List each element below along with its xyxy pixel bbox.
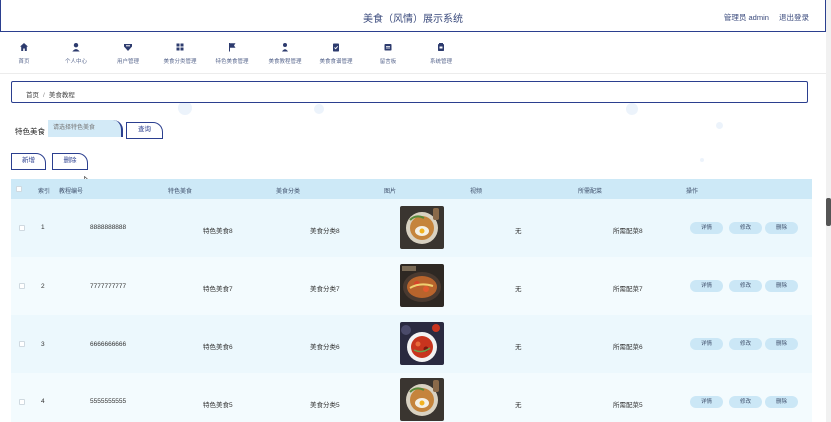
select-all-checkbox[interactable] [16,186,22,192]
edit-button[interactable]: 修改 [729,338,762,350]
add-button[interactable]: 新增 [11,153,46,170]
person-icon [282,43,288,52]
query-button[interactable]: 查询 [126,122,163,139]
scrollbar-thumb[interactable] [826,198,831,226]
header-video: 视频 [470,189,483,195]
row-category: 美食分类7 [310,286,340,293]
row-side-dish: 所需配菜6 [613,344,643,351]
home-icon [20,43,28,51]
row-checkbox[interactable] [19,341,25,347]
current-user: 管理员 admin [723,13,769,22]
detail-button[interactable]: 详情 [690,338,723,350]
food-image [400,378,444,421]
settings-icon [438,43,444,51]
background-decoration [314,104,324,114]
background-decoration [626,103,638,115]
background-decoration [178,101,192,115]
row-side-dish: 所需配菜5 [613,402,643,409]
message-icon [384,44,392,51]
background-decoration [700,158,704,162]
header-category: 美食分类 [276,189,301,195]
main-nav: 首页 个人中心 用户管理 美食分类管理 特色美食管理 美食教程管理 美食食谱管理… [0,36,826,74]
nav-item-personal-center[interactable]: 个人中心 [48,42,104,65]
row-code: 6666666666 [90,341,127,348]
row-index: 2 [41,283,45,290]
logout-link[interactable]: 退出登录 [779,13,809,22]
delete-row-button[interactable]: 删除 [765,222,798,234]
table-row: 4 5555555555 特色美食5 美食分类5 无 所需配菜5 详情 修改 删… [11,373,812,422]
search-label: 特色美食 [15,127,45,136]
search-input[interactable] [48,120,123,137]
row-checkbox[interactable] [19,283,25,289]
row-video: 无 [515,228,522,235]
flag-icon [229,43,236,52]
nav-item-recipe-management[interactable]: 美食食谱管理 [308,42,364,65]
edit-button[interactable]: 修改 [729,222,762,234]
row-food: 特色美食8 [203,228,233,235]
grid-icon [176,43,184,51]
row-checkbox[interactable] [19,399,25,405]
user-icon [72,43,80,52]
row-side-dish: 所需配菜8 [613,228,643,235]
tutorial-table: 索引 教程编号 特色美食 美食分类 图片 视频 所需配菜 操作 1 888888… [11,179,812,422]
table-row: 2 7777777777 特色美食7 美食分类7 无 所需配菜7 详情 修改 删… [11,257,812,315]
row-index: 3 [41,341,45,348]
breadcrumb-separator: / [43,92,45,99]
row-code: 5555555555 [90,398,127,405]
user-manage-icon [124,44,132,51]
row-code: 7777777777 [90,283,127,290]
header-index: 索引 [38,189,51,195]
row-code: 8888888888 [90,224,127,231]
row-video: 无 [515,286,522,293]
nav-item-home[interactable]: 首页 [0,42,52,65]
header-actions: 操作 [686,189,699,195]
header-food: 特色美食 [168,189,193,195]
delete-row-button[interactable]: 删除 [765,338,798,350]
clipboard-icon [333,43,339,52]
nav-item-category-management[interactable]: 美食分类管理 [152,42,208,65]
page-scrollbar[interactable] [826,0,831,422]
delete-row-button[interactable]: 删除 [765,396,798,408]
food-image [400,264,444,307]
system-title: 美食（风情）展示系统 [363,14,463,25]
row-index: 1 [41,224,45,231]
row-side-dish: 所需配菜7 [613,286,643,293]
edit-button[interactable]: 修改 [729,280,762,292]
nav-item-system-management[interactable]: 系统管理 [413,42,469,65]
detail-button[interactable]: 详情 [690,396,723,408]
delete-row-button[interactable]: 删除 [765,280,798,292]
header-side-dish: 所需配菜 [578,189,603,195]
breadcrumb-current: 美食教程 [48,92,75,99]
row-food: 特色美食7 [203,286,233,293]
food-image [400,206,444,249]
row-index: 4 [41,398,45,405]
nav-item-user-management[interactable]: 用户管理 [100,42,156,65]
row-video: 无 [515,402,522,409]
detail-button[interactable]: 详情 [690,280,723,292]
user-area: 管理员 admin 退出登录 [716,12,809,23]
nav-item-special-food-management[interactable]: 特色美食管理 [204,42,260,65]
detail-button[interactable]: 详情 [690,222,723,234]
row-food: 特色美食5 [203,402,233,409]
table-row: 3 6666666666 特色美食6 美食分类6 无 所需配菜6 详情 修改 删… [11,315,812,373]
background-decoration [716,122,723,129]
food-image [400,322,444,365]
row-category: 美食分类8 [310,228,340,235]
delete-button[interactable]: 删除 [52,153,88,170]
nav-item-tutorial-management[interactable]: 美食教程管理 [257,42,313,65]
edit-button[interactable]: 修改 [729,396,762,408]
breadcrumb-home[interactable]: 首页 [26,92,39,99]
header-code: 教程编号 [59,189,84,195]
row-checkbox[interactable] [19,225,25,231]
breadcrumb: 首页 / 美食教程 [11,81,808,103]
row-category: 美食分类6 [310,344,340,351]
row-video: 无 [515,344,522,351]
table-row: 1 8888888888 特色美食8 美食分类8 无 所需配菜8 详情 修改 删… [11,199,812,257]
table-header: 索引 教程编号 特色美食 美食分类 图片 视频 所需配菜 操作 [11,179,812,199]
top-header: 美食（风情）展示系统 管理员 admin 退出登录 [0,0,826,32]
row-category: 美食分类5 [310,402,340,409]
row-food: 特色美食6 [203,344,233,351]
nav-item-message-board[interactable]: 留言板 [360,42,416,65]
header-image: 图片 [384,189,397,195]
